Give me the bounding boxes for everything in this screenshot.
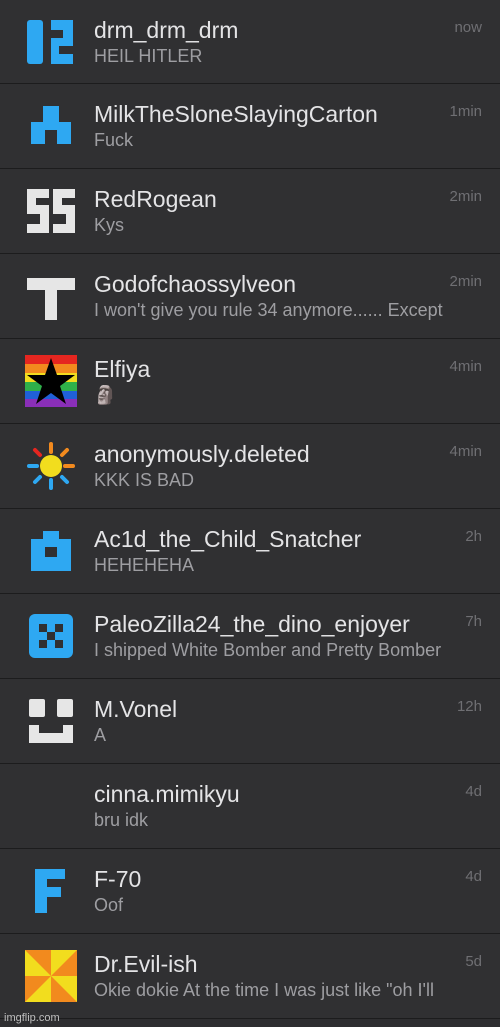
contact-name: F-70 <box>94 866 142 892</box>
message-preview: Okie dokie At the time I was just like "… <box>94 980 434 1000</box>
message-preview: HEIL HITLER <box>94 46 203 66</box>
timestamp: 2min <box>449 188 482 205</box>
letter-f-icon <box>25 865 77 917</box>
message-preview: A <box>94 725 107 745</box>
cross-icon <box>25 270 77 322</box>
pixel-glyph-icon <box>25 185 77 237</box>
timestamp: 4min <box>449 358 482 375</box>
contact-name: Dr.Evil-ish <box>94 951 198 977</box>
message-preview: Fuck <box>94 130 134 150</box>
timestamp: now <box>454 19 482 36</box>
timestamp: 1min <box>449 103 482 120</box>
pixel-glyph-icon <box>25 695 77 747</box>
pixel-checker-icon <box>25 610 77 662</box>
contact-name: MilkTheSloneSlayingCarton <box>94 101 378 127</box>
message-preview: 🗿 <box>94 385 117 405</box>
contact-name: PaleoZilla24_the_dino_enjoyer <box>94 611 410 637</box>
conversation-row[interactable]: Elfiya 🗿 4min <box>0 339 500 424</box>
message-preview: I shipped White Bomber and Pretty Bomber <box>94 640 442 660</box>
rainbow-star-icon <box>25 355 77 407</box>
message-preview: HEHEHEHA <box>94 555 195 575</box>
timestamp: 7h <box>465 613 482 630</box>
timestamp: 2h <box>465 528 482 545</box>
pinwheel-icon <box>25 950 77 1002</box>
conversation-row[interactable]: drm_drm_drm HEIL HITLER now <box>0 0 500 84</box>
sun-icon <box>25 440 77 492</box>
conversation-list: drm_drm_drm HEIL HITLER now MilkTheSlone… <box>0 0 500 1019</box>
contact-name: RedRogean <box>94 186 217 212</box>
timestamp: 5d <box>465 953 482 970</box>
conversation-row[interactable]: PaleoZilla24_the_dino_enjoyer I shipped … <box>0 594 500 679</box>
watermark: imgflip.com <box>4 1012 60 1024</box>
message-preview: I won't give you rule 34 anymore...... E… <box>94 300 443 320</box>
timestamp: 12h <box>456 698 482 715</box>
pixel-glyph-icon <box>25 16 77 68</box>
conversation-row[interactable]: Dr.Evil-ish Okie dokie At the time I was… <box>0 934 500 1019</box>
timestamp: 4d <box>465 868 482 885</box>
conversation-row[interactable]: Godofchaossylveon I won't give you rule … <box>0 254 500 339</box>
pixel-glyph-icon <box>25 525 77 577</box>
message-preview: Oof <box>94 895 124 915</box>
conversation-row[interactable]: RedRogean Kys 2min <box>0 169 500 254</box>
contact-name: cinna.mimikyu <box>94 781 240 807</box>
contact-name: drm_drm_drm <box>94 17 239 43</box>
message-preview: KKK IS BAD <box>94 470 195 490</box>
pixel-glyph-icon <box>25 100 77 152</box>
conversation-row[interactable]: cinna.mimikyu bru idk 4d <box>0 764 500 849</box>
blank-avatar <box>25 780 77 832</box>
contact-name: anonymously.deleted <box>94 441 310 467</box>
timestamp: 4d <box>465 783 482 800</box>
message-preview: bru idk <box>94 810 149 830</box>
conversation-row[interactable]: anonymously.deleted KKK IS BAD 4min <box>0 424 500 509</box>
conversation-row[interactable]: MilkTheSloneSlayingCarton Fuck 1min <box>0 84 500 169</box>
contact-name: Ac1d_the_Child_Snatcher <box>94 526 362 552</box>
conversation-row[interactable]: M.Vonel A 12h <box>0 679 500 764</box>
contact-name: Elfiya <box>94 356 151 382</box>
timestamp: 4min <box>449 443 482 460</box>
message-preview: Kys <box>94 215 125 235</box>
conversation-row[interactable]: F-70 Oof 4d <box>0 849 500 934</box>
timestamp: 2min <box>449 273 482 290</box>
conversation-row[interactable]: Ac1d_the_Child_Snatcher HEHEHEHA 2h <box>0 509 500 594</box>
contact-name: M.Vonel <box>94 696 178 722</box>
contact-name: Godofchaossylveon <box>94 271 297 297</box>
